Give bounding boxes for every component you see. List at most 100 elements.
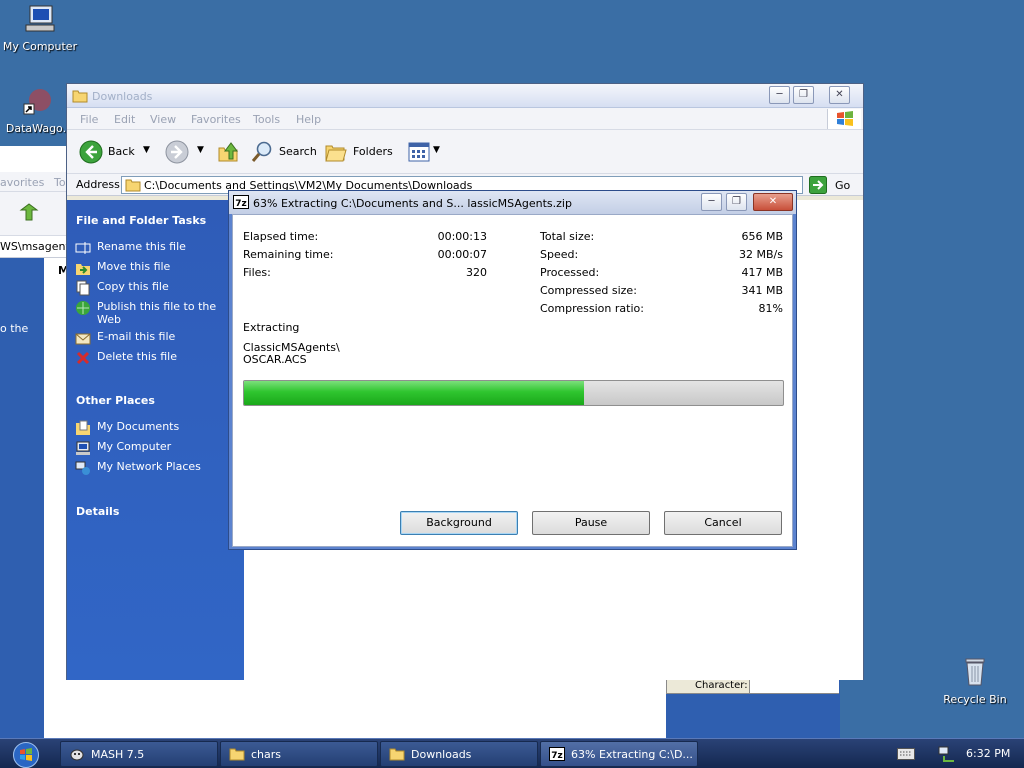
- menu-bar: File Edit View Favorites Tools Help: [67, 108, 863, 130]
- compressed-size-value: 341 MB: [741, 284, 783, 297]
- place-my-network[interactable]: My Network Places: [75, 460, 217, 476]
- processed-value: 417 MB: [741, 266, 783, 279]
- maximize-button[interactable]: ❐: [793, 86, 814, 104]
- desktop-icon-datawago[interactable]: DataWago.: [0, 86, 76, 135]
- views-button[interactable]: ▼: [408, 141, 442, 163]
- menu-edit[interactable]: Edit: [114, 113, 135, 126]
- elapsed-label: Elapsed time:: [243, 230, 319, 243]
- go-label: Go: [835, 179, 851, 192]
- views-icon: [408, 142, 430, 162]
- search-button[interactable]: Search: [250, 140, 317, 164]
- task-rename-file[interactable]: Rename this file: [75, 240, 217, 256]
- elapsed-value: 00:00:13: [437, 230, 487, 243]
- keyboard-tray-icon[interactable]: [897, 748, 915, 760]
- extraction-progress-bar: [243, 380, 784, 406]
- up-folder-icon[interactable]: [217, 139, 241, 163]
- minimize-button[interactable]: ─: [769, 86, 790, 104]
- start-button[interactable]: [4, 739, 48, 768]
- dialog-body: Elapsed time: 00:00:13 Remaining time: 0…: [232, 214, 793, 547]
- dialog-maximize-button[interactable]: ❐: [726, 193, 747, 211]
- taskbar-item-extracting[interactable]: 7z 63% Extracting C:\D...: [540, 741, 698, 767]
- task-delete-file[interactable]: Delete this file: [75, 350, 217, 366]
- speed-label: Speed:: [540, 248, 579, 261]
- close-button[interactable]: ✕: [829, 86, 850, 104]
- explorer-title-bar[interactable]: Downloads ─ ❐ ✕: [67, 84, 863, 108]
- pause-button[interactable]: Pause: [532, 511, 650, 535]
- clock[interactable]: 6:32 PM: [966, 747, 1010, 760]
- dialog-title: 63% Extracting C:\Documents and S... las…: [253, 197, 572, 210]
- task-pane: File and Folder Tasks Rename this file M…: [67, 200, 244, 680]
- background-window-left: avorites To WS\msagent M o the: [0, 146, 70, 738]
- move-icon: [76, 264, 90, 275]
- task-copy-file[interactable]: Copy this file: [75, 280, 217, 296]
- taskbar-item-chars[interactable]: chars: [220, 741, 378, 767]
- speed-value: 32 MB/s: [739, 248, 783, 261]
- bg-the-fragment: o the: [0, 322, 29, 335]
- windows-flag-icon: [837, 111, 853, 126]
- cancel-button[interactable]: Cancel: [664, 511, 782, 535]
- processed-label: Processed:: [540, 266, 600, 279]
- desktop-icon-label: DataWago.: [5, 122, 67, 135]
- place-my-documents[interactable]: My Documents: [75, 420, 217, 436]
- other-places-heading[interactable]: Other Places: [76, 394, 155, 407]
- extraction-dialog: 7z 63% Extracting C:\Documents and S... …: [228, 190, 797, 550]
- menu-view[interactable]: View: [150, 113, 176, 126]
- file-tasks-heading[interactable]: File and Folder Tasks: [76, 214, 206, 227]
- svg-text:7z: 7z: [551, 751, 563, 761]
- folder-icon: [72, 90, 88, 103]
- bg-path-fragment: WS\msagent: [0, 240, 70, 253]
- copy-icon: [76, 280, 90, 296]
- task-email-file[interactable]: E-mail this file: [75, 330, 217, 346]
- standard-toolbar: Back ▼ ▼ Search Folders ▼: [67, 130, 863, 174]
- remaining-value: 00:00:07: [437, 248, 487, 261]
- desktop-icon-recycle-bin[interactable]: Recycle Bin: [935, 655, 1015, 706]
- background-window-chars: Character:: [665, 678, 840, 738]
- shortcut-app-icon: [23, 89, 51, 115]
- desktop-icon-label: My Computer: [2, 40, 78, 53]
- files-label: Files:: [243, 266, 271, 279]
- character-label: Character:: [695, 680, 748, 691]
- forward-dropdown-icon[interactable]: ▼: [197, 145, 204, 155]
- menu-favorites[interactable]: Favorites: [191, 113, 241, 126]
- 7zip-icon: 7z: [233, 195, 249, 209]
- task-move-file[interactable]: Move this file: [75, 260, 217, 276]
- start-orb-icon: [13, 742, 39, 768]
- search-icon: [251, 141, 272, 162]
- taskbar-item-downloads[interactable]: Downloads: [380, 741, 538, 767]
- current-file: OSCAR.ACS: [243, 353, 307, 366]
- menu-help[interactable]: Help: [296, 113, 321, 126]
- menu-file[interactable]: File: [80, 113, 98, 126]
- total-size-value: 656 MB: [741, 230, 783, 243]
- dialog-close-button[interactable]: ✕: [753, 193, 793, 211]
- folders-button[interactable]: Folders: [324, 140, 394, 164]
- email-icon: [75, 333, 91, 345]
- background-button[interactable]: Background: [400, 511, 518, 535]
- files-value: 320: [466, 266, 487, 279]
- forward-arrow-icon: [165, 140, 189, 164]
- remaining-label: Remaining time:: [243, 248, 334, 261]
- dialog-title-bar[interactable]: 7z 63% Extracting C:\Documents and S... …: [229, 191, 796, 214]
- desktop-icon-my-computer[interactable]: My Computer: [0, 4, 80, 53]
- details-heading[interactable]: Details: [76, 505, 119, 518]
- taskbar-item-mash[interactable]: MASH 7.5: [60, 741, 218, 767]
- forward-button[interactable]: ▼: [165, 140, 207, 164]
- back-button[interactable]: Back ▼: [79, 140, 159, 164]
- menu-tools[interactable]: Tools: [253, 113, 280, 126]
- go-button[interactable]: Go: [809, 176, 859, 194]
- rename-icon: [75, 242, 91, 254]
- folder-icon: [389, 748, 405, 761]
- go-arrow-icon: [809, 176, 827, 194]
- folders-label: Folders: [353, 145, 393, 158]
- dialog-minimize-button[interactable]: ─: [701, 193, 722, 211]
- bg-to-fragment: To: [54, 176, 66, 189]
- back-arrow-icon: [79, 140, 103, 164]
- place-my-computer[interactable]: My Computer: [75, 440, 217, 456]
- views-dropdown-icon: ▼: [433, 145, 440, 155]
- bg-favorites-fragment: avorites: [0, 176, 45, 189]
- back-dropdown-icon[interactable]: ▼: [143, 145, 150, 155]
- network-tray-icon[interactable]: [938, 745, 956, 763]
- svg-text:7z: 7z: [235, 199, 247, 209]
- status-text: Extracting: [243, 321, 300, 334]
- window-title: Downloads: [92, 90, 153, 103]
- task-publish-file[interactable]: Publish this file to the Web: [75, 300, 217, 326]
